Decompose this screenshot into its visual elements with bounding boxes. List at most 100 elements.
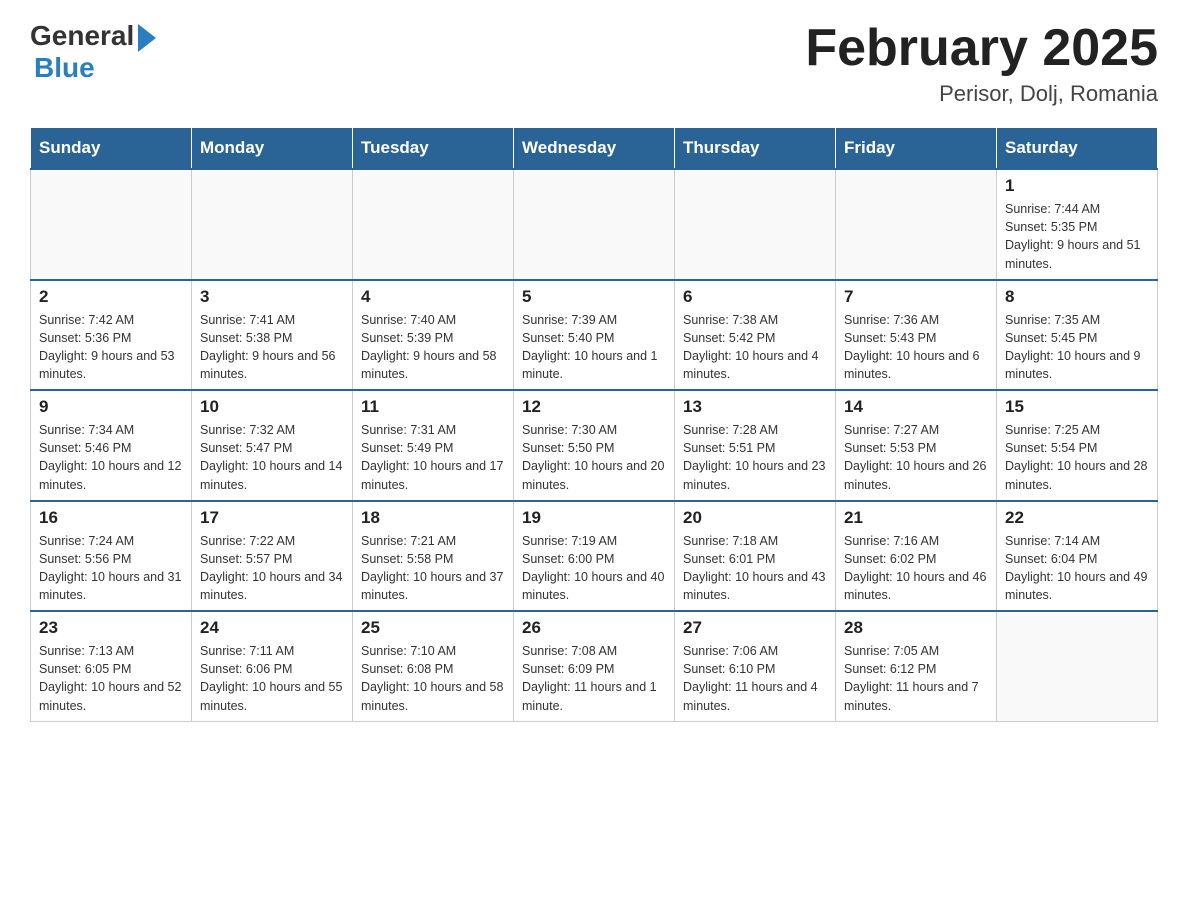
day-number: 11 (361, 397, 505, 417)
day-number: 27 (683, 618, 827, 638)
day-info: Sunrise: 7:11 AMSunset: 6:06 PMDaylight:… (200, 642, 344, 715)
day-number: 7 (844, 287, 988, 307)
day-number: 9 (39, 397, 183, 417)
day-info: Sunrise: 7:08 AMSunset: 6:09 PMDaylight:… (522, 642, 666, 715)
day-number: 19 (522, 508, 666, 528)
day-of-week-header: Sunday (31, 128, 192, 170)
calendar-day-cell: 2 Sunrise: 7:42 AMSunset: 5:36 PMDaylight… (31, 280, 192, 391)
day-info: Sunrise: 7:28 AMSunset: 5:51 PMDaylight:… (683, 421, 827, 494)
day-info: Sunrise: 7:27 AMSunset: 5:53 PMDaylight:… (844, 421, 988, 494)
day-number: 1 (1005, 176, 1149, 196)
calendar-day-cell: 18 Sunrise: 7:21 AMSunset: 5:58 PMDayligh… (353, 501, 514, 612)
day-number: 23 (39, 618, 183, 638)
day-info: Sunrise: 7:24 AMSunset: 5:56 PMDaylight:… (39, 532, 183, 605)
day-of-week-header: Friday (836, 128, 997, 170)
day-info: Sunrise: 7:30 AMSunset: 5:50 PMDaylight:… (522, 421, 666, 494)
day-info: Sunrise: 7:22 AMSunset: 5:57 PMDaylight:… (200, 532, 344, 605)
day-of-week-header: Thursday (675, 128, 836, 170)
day-number: 28 (844, 618, 988, 638)
calendar-day-cell: 16 Sunrise: 7:24 AMSunset: 5:56 PMDayligh… (31, 501, 192, 612)
day-number: 10 (200, 397, 344, 417)
calendar-week-row: 23 Sunrise: 7:13 AMSunset: 6:05 PMDayligh… (31, 611, 1158, 721)
calendar-week-row: 2 Sunrise: 7:42 AMSunset: 5:36 PMDaylight… (31, 280, 1158, 391)
day-number: 4 (361, 287, 505, 307)
day-of-week-header: Wednesday (514, 128, 675, 170)
calendar-day-cell: 6 Sunrise: 7:38 AMSunset: 5:42 PMDaylight… (675, 280, 836, 391)
calendar-day-cell (836, 169, 997, 280)
day-of-week-header: Monday (192, 128, 353, 170)
day-info: Sunrise: 7:32 AMSunset: 5:47 PMDaylight:… (200, 421, 344, 494)
calendar-day-cell: 24 Sunrise: 7:11 AMSunset: 6:06 PMDayligh… (192, 611, 353, 721)
calendar-day-cell: 12 Sunrise: 7:30 AMSunset: 5:50 PMDayligh… (514, 390, 675, 501)
day-number: 5 (522, 287, 666, 307)
logo-general-text: General (30, 20, 134, 52)
calendar-day-cell: 5Sunrise: 7:39 AMSunset: 5:40 PMDaylight… (514, 280, 675, 391)
day-info: Sunrise: 7:18 AMSunset: 6:01 PMDaylight:… (683, 532, 827, 605)
day-number: 21 (844, 508, 988, 528)
day-number: 13 (683, 397, 827, 417)
calendar-day-cell: 7 Sunrise: 7:36 AMSunset: 5:43 PMDaylight… (836, 280, 997, 391)
calendar-day-cell (675, 169, 836, 280)
day-number: 12 (522, 397, 666, 417)
day-info: Sunrise: 7:06 AMSunset: 6:10 PMDaylight:… (683, 642, 827, 715)
day-info: Sunrise: 7:13 AMSunset: 6:05 PMDaylight:… (39, 642, 183, 715)
calendar-day-cell (514, 169, 675, 280)
day-number: 16 (39, 508, 183, 528)
calendar-day-cell: 20Sunrise: 7:18 AMSunset: 6:01 PMDayligh… (675, 501, 836, 612)
calendar-day-cell: 23 Sunrise: 7:13 AMSunset: 6:05 PMDayligh… (31, 611, 192, 721)
day-number: 8 (1005, 287, 1149, 307)
calendar-day-cell (997, 611, 1158, 721)
calendar-day-cell: 22 Sunrise: 7:14 AMSunset: 6:04 PMDayligh… (997, 501, 1158, 612)
day-info: Sunrise: 7:34 AMSunset: 5:46 PMDaylight:… (39, 421, 183, 494)
day-number: 22 (1005, 508, 1149, 528)
calendar-day-cell: 15 Sunrise: 7:25 AMSunset: 5:54 PMDayligh… (997, 390, 1158, 501)
calendar-day-cell: 13 Sunrise: 7:28 AMSunset: 5:51 PMDayligh… (675, 390, 836, 501)
calendar-header-row: SundayMondayTuesdayWednesdayThursdayFrid… (31, 128, 1158, 170)
calendar-week-row: 1Sunrise: 7:44 AMSunset: 5:35 PMDaylight… (31, 169, 1158, 280)
day-info: Sunrise: 7:14 AMSunset: 6:04 PMDaylight:… (1005, 532, 1149, 605)
day-info: Sunrise: 7:38 AMSunset: 5:42 PMDaylight:… (683, 311, 827, 384)
day-number: 3 (200, 287, 344, 307)
day-number: 17 (200, 508, 344, 528)
logo-blue-text: Blue (34, 52, 156, 84)
day-info: Sunrise: 7:42 AMSunset: 5:36 PMDaylight:… (39, 311, 183, 384)
calendar-day-cell (353, 169, 514, 280)
calendar-day-cell: 4 Sunrise: 7:40 AMSunset: 5:39 PMDaylight… (353, 280, 514, 391)
month-title: February 2025 (805, 20, 1158, 77)
calendar-day-cell (31, 169, 192, 280)
day-info: Sunrise: 7:41 AMSunset: 5:38 PMDaylight:… (200, 311, 344, 384)
day-number: 15 (1005, 397, 1149, 417)
calendar-day-cell: 25 Sunrise: 7:10 AMSunset: 6:08 PMDayligh… (353, 611, 514, 721)
day-info: Sunrise: 7:16 AMSunset: 6:02 PMDaylight:… (844, 532, 988, 605)
day-info: Sunrise: 7:10 AMSunset: 6:08 PMDaylight:… (361, 642, 505, 715)
calendar-day-cell: 19 Sunrise: 7:19 AMSunset: 6:00 PMDayligh… (514, 501, 675, 612)
day-number: 24 (200, 618, 344, 638)
calendar-day-cell: 21 Sunrise: 7:16 AMSunset: 6:02 PMDayligh… (836, 501, 997, 612)
day-of-week-header: Tuesday (353, 128, 514, 170)
page-header: General Blue February 2025 Perisor, Dolj… (30, 20, 1158, 107)
day-number: 6 (683, 287, 827, 307)
day-info: Sunrise: 7:19 AMSunset: 6:00 PMDaylight:… (522, 532, 666, 605)
calendar-day-cell: 3 Sunrise: 7:41 AMSunset: 5:38 PMDaylight… (192, 280, 353, 391)
calendar-day-cell: 27 Sunrise: 7:06 AMSunset: 6:10 PMDayligh… (675, 611, 836, 721)
day-number: 26 (522, 618, 666, 638)
calendar-week-row: 9 Sunrise: 7:34 AMSunset: 5:46 PMDaylight… (31, 390, 1158, 501)
day-number: 25 (361, 618, 505, 638)
calendar-day-cell: 9 Sunrise: 7:34 AMSunset: 5:46 PMDaylight… (31, 390, 192, 501)
calendar-day-cell (192, 169, 353, 280)
day-number: 2 (39, 287, 183, 307)
day-info: Sunrise: 7:35 AMSunset: 5:45 PMDaylight:… (1005, 311, 1149, 384)
day-info: Sunrise: 7:36 AMSunset: 5:43 PMDaylight:… (844, 311, 988, 384)
title-block: February 2025 Perisor, Dolj, Romania (805, 20, 1158, 107)
day-number: 14 (844, 397, 988, 417)
calendar-table: SundayMondayTuesdayWednesdayThursdayFrid… (30, 127, 1158, 722)
day-info: Sunrise: 7:21 AMSunset: 5:58 PMDaylight:… (361, 532, 505, 605)
day-info: Sunrise: 7:31 AMSunset: 5:49 PMDaylight:… (361, 421, 505, 494)
day-info: Sunrise: 7:25 AMSunset: 5:54 PMDaylight:… (1005, 421, 1149, 494)
day-info: Sunrise: 7:05 AMSunset: 6:12 PMDaylight:… (844, 642, 988, 715)
day-info: Sunrise: 7:40 AMSunset: 5:39 PMDaylight:… (361, 311, 505, 384)
logo-arrow-icon (138, 24, 156, 52)
day-number: 18 (361, 508, 505, 528)
day-of-week-header: Saturday (997, 128, 1158, 170)
calendar-day-cell: 11 Sunrise: 7:31 AMSunset: 5:49 PMDayligh… (353, 390, 514, 501)
